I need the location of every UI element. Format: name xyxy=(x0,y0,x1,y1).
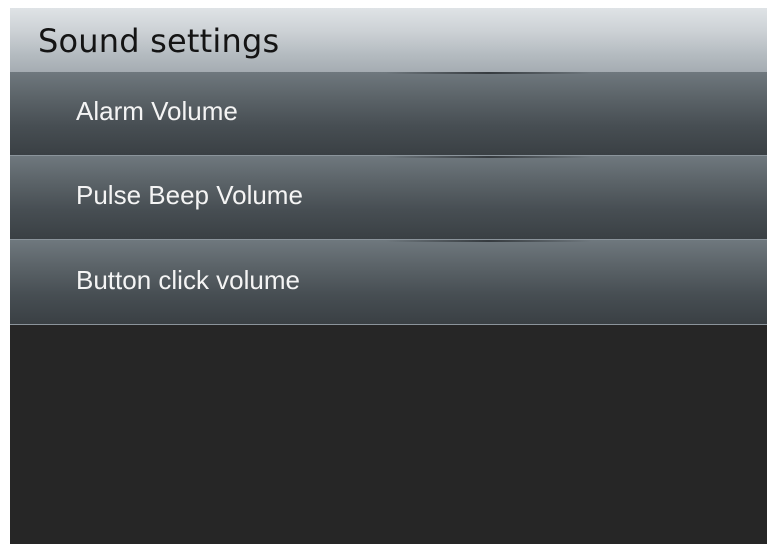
menu-item-button-click-volume[interactable]: Button click volume xyxy=(10,240,767,325)
menu-item-label: Button click volume xyxy=(76,264,300,295)
menu-item-label: Alarm Volume xyxy=(76,96,238,126)
sound-settings-menu: Alarm Volume Pulse Beep Volume Button cl… xyxy=(10,72,767,325)
menu-item-pulse-beep-volume[interactable]: Pulse Beep Volume xyxy=(10,156,767,240)
menu-item-alarm-volume[interactable]: Alarm Volume xyxy=(10,72,767,156)
header-bar: Sound settings xyxy=(10,8,767,72)
menu-item-label: Pulse Beep Volume xyxy=(76,180,303,210)
device-screen: Sound settings Alarm Volume Pulse Beep V… xyxy=(10,8,767,544)
page-title: Sound settings xyxy=(38,22,280,60)
